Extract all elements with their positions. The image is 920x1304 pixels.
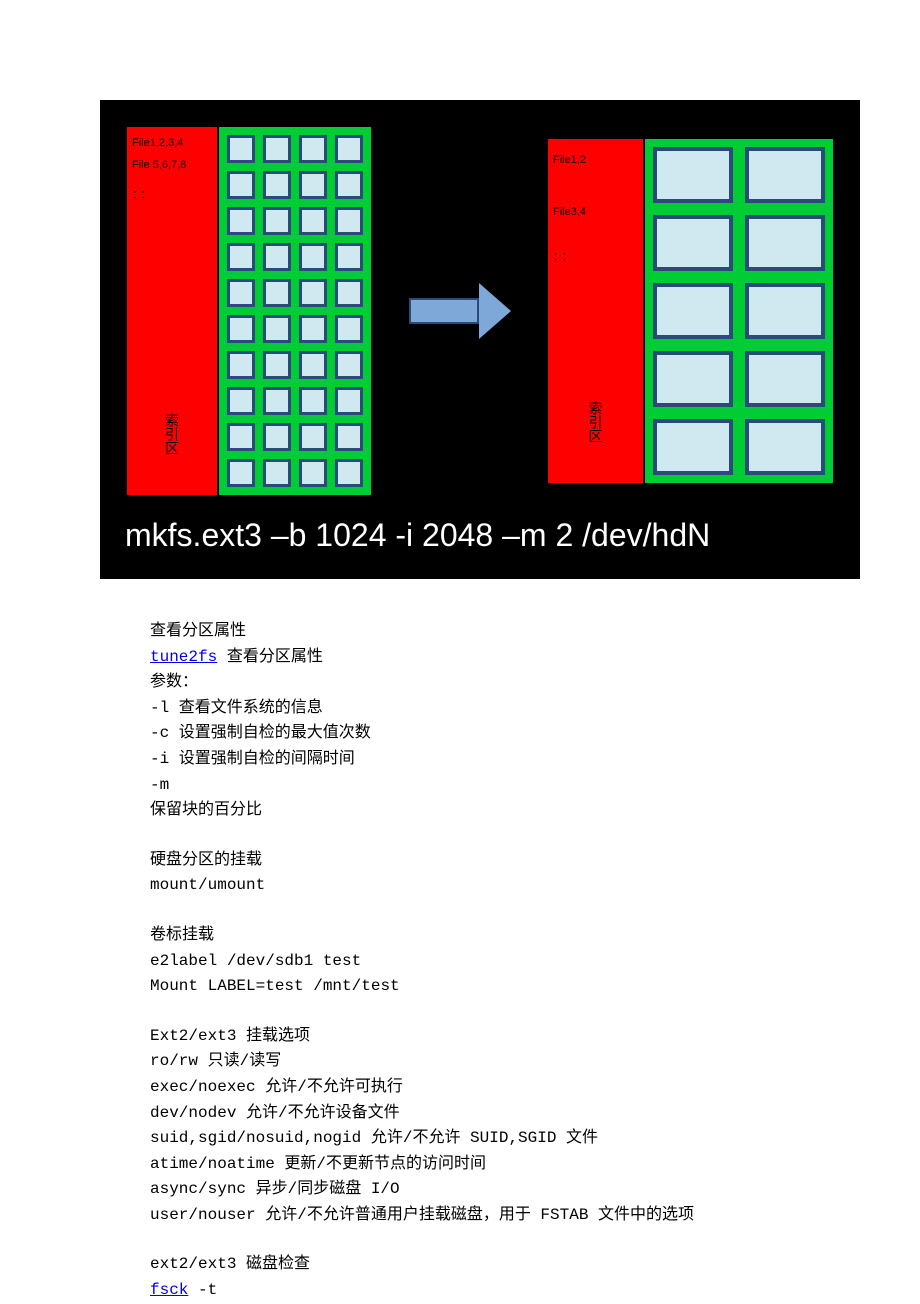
data-cell	[299, 207, 327, 235]
data-cell	[263, 279, 291, 307]
data-cell	[335, 243, 363, 271]
section-title: 硬盘分区的挂载	[150, 848, 770, 874]
option-line: suid,sgid/nosuid,nogid 允许/不允许 SUID,SGID …	[150, 1126, 770, 1152]
dots: ：：	[132, 186, 212, 202]
option-line: dev/nodev 允许/不允许设备文件	[150, 1101, 770, 1127]
data-cell	[335, 279, 363, 307]
data-cell	[335, 459, 363, 487]
data-cell	[299, 135, 327, 163]
file-label: File3,4	[553, 206, 638, 218]
arrow-icon	[409, 283, 511, 339]
left-data-area	[217, 127, 371, 495]
data-cell	[263, 207, 291, 235]
param-line: -l 查看文件系统的信息	[150, 696, 770, 722]
option-line: atime/noatime 更新/不更新节点的访问时间	[150, 1152, 770, 1178]
file-label: File 5,6,7,8	[132, 159, 212, 171]
fsck-line: fsck -t	[150, 1278, 770, 1304]
option-line: ro/rw 只读/读写	[150, 1049, 770, 1075]
param-line: 保留块的百分比	[150, 798, 770, 824]
data-cell	[299, 243, 327, 271]
data-cell	[227, 459, 255, 487]
command-text: mkfs.ext3 –b 1024 -i 2048 –m 2 /dev/hdN	[125, 517, 835, 554]
fsck-link[interactable]: fsck	[150, 1281, 188, 1299]
section-title: 查看分区属性	[150, 619, 770, 645]
index-text: 索引区	[162, 413, 182, 455]
section-title: 卷标挂载	[150, 923, 770, 949]
right-data-area	[643, 139, 833, 483]
data-cell	[335, 207, 363, 235]
right-block: File1,2 File3,4 ：： 索引区	[546, 137, 835, 485]
data-cell	[335, 315, 363, 343]
filesystem-diagram: File1,2,3,4 File 5,6,7,8 ：： 索引区 File1,2 …	[100, 100, 860, 579]
param-line: -c 设置强制自检的最大值次数	[150, 721, 770, 747]
data-cell	[335, 423, 363, 451]
mount-cmd: mount/umount	[150, 873, 770, 899]
tune2fs-link[interactable]: tune2fs	[150, 648, 217, 666]
data-cell	[263, 135, 291, 163]
params-label: 参数：	[150, 670, 770, 696]
data-cell	[299, 459, 327, 487]
data-cell	[299, 351, 327, 379]
data-cell	[299, 315, 327, 343]
data-cell	[227, 387, 255, 415]
data-cell	[263, 243, 291, 271]
file-label: File1,2,3,4	[132, 137, 212, 149]
data-cell	[745, 351, 825, 407]
data-cell	[335, 387, 363, 415]
data-cell	[299, 423, 327, 451]
data-cell	[299, 279, 327, 307]
data-cell	[227, 135, 255, 163]
data-cell	[227, 243, 255, 271]
left-index-area: File1,2,3,4 File 5,6,7,8 ：： 索引区	[127, 127, 217, 495]
data-cell	[263, 387, 291, 415]
data-cell	[227, 207, 255, 235]
data-cell	[263, 171, 291, 199]
cmd-line: Mount LABEL=test /mnt/test	[150, 974, 770, 1000]
data-cell	[745, 147, 825, 203]
data-cell	[263, 423, 291, 451]
data-cell	[227, 279, 255, 307]
data-cell	[227, 171, 255, 199]
file-label: File1,2	[553, 154, 638, 166]
data-cell	[745, 283, 825, 339]
data-cell	[653, 215, 733, 271]
tune2fs-line: tune2fs 查看分区属性	[150, 645, 770, 671]
param-line: -i 设置强制自检的间隔时间	[150, 747, 770, 773]
data-cell	[653, 351, 733, 407]
data-cell	[653, 419, 733, 475]
data-cell	[227, 423, 255, 451]
dots: ：：	[553, 248, 638, 264]
data-cell	[263, 351, 291, 379]
right-index-area: File1,2 File3,4 ：： 索引区	[548, 139, 643, 483]
data-cell	[335, 351, 363, 379]
left-block: File1,2,3,4 File 5,6,7,8 ：： 索引区	[125, 125, 373, 497]
option-line: user/nouser 允许/不允许普通用户挂载磁盘，用于 FSTAB 文件中的…	[150, 1203, 770, 1229]
data-cell	[263, 315, 291, 343]
data-cell	[263, 459, 291, 487]
document-content: 查看分区属性 tune2fs 查看分区属性 参数： -l 查看文件系统的信息-c…	[0, 619, 920, 1304]
data-cell	[653, 283, 733, 339]
data-cell	[335, 135, 363, 163]
option-line: async/sync 异步/同步磁盘 I/O	[150, 1177, 770, 1203]
cmd-line: e2label /dev/sdb1 test	[150, 949, 770, 975]
data-cell	[227, 315, 255, 343]
data-cell	[745, 419, 825, 475]
data-cell	[335, 171, 363, 199]
data-cell	[745, 215, 825, 271]
data-cell	[299, 171, 327, 199]
data-cell	[299, 387, 327, 415]
section-title: ext2/ext3 磁盘检查	[150, 1252, 770, 1278]
index-text: 索引区	[586, 401, 606, 443]
data-cell	[653, 147, 733, 203]
data-cell	[227, 351, 255, 379]
param-line: -m	[150, 773, 770, 799]
section-title: Ext2/ext3 挂载选项	[150, 1024, 770, 1050]
option-line: exec/noexec 允许/不允许可执行	[150, 1075, 770, 1101]
